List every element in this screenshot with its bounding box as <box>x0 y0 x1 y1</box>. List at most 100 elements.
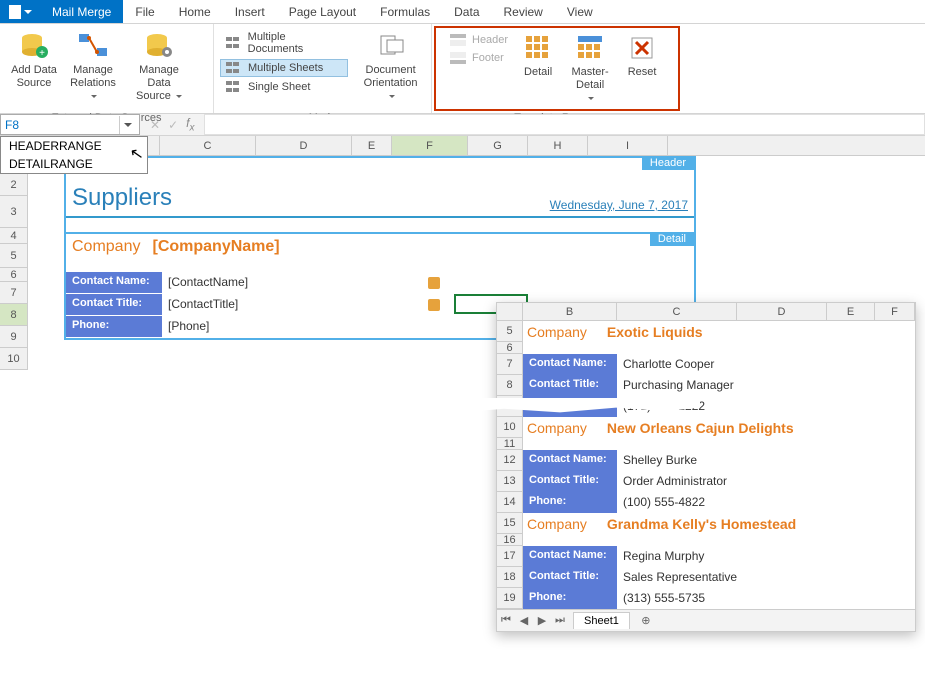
col-header[interactable]: D <box>737 303 827 320</box>
col-header[interactable]: F <box>392 136 468 155</box>
field-value: Charlotte Cooper <box>617 354 720 375</box>
detail-icon <box>522 32 554 64</box>
sheet-tabs-bar: ⏮ ◀ ▶ ⏭ Sheet1 ⊕ <box>497 609 915 631</box>
field-label: Contact Name: <box>523 546 617 567</box>
company-name: New Orleans Cajun Delights <box>607 420 794 436</box>
company-label: Company <box>527 420 587 436</box>
svg-text:+: + <box>39 48 45 59</box>
tab-bar: Mail MergeFileHomeInsertPage LayoutFormu… <box>0 0 925 24</box>
sheet-nav-last[interactable]: ⏭ <box>551 614 569 627</box>
row-header[interactable]: 11 <box>497 438 523 450</box>
button-label: Footer <box>472 52 504 64</box>
row-header[interactable]: 17 <box>497 546 523 567</box>
row-header[interactable]: 6 <box>497 342 523 354</box>
name-box-dropdown-button[interactable] <box>119 116 135 134</box>
sheet-nav-next[interactable]: ▶ <box>533 614 551 627</box>
row-header[interactable]: 10 <box>0 348 28 370</box>
lock-icon <box>428 277 440 289</box>
sheet-tab[interactable]: Sheet1 <box>573 612 630 629</box>
header-button[interactable]: Header <box>444 32 514 48</box>
footer-button[interactable]: Footer <box>444 50 514 66</box>
document-orientation-button[interactable]: Document Orientation <box>356 28 425 106</box>
manage-data-source-button[interactable]: Manage Data Source <box>124 28 194 106</box>
select-all-corner[interactable] <box>497 303 523 320</box>
row-header[interactable]: 6 <box>0 268 28 282</box>
row-header[interactable]: 10 <box>497 417 523 438</box>
col-header[interactable]: D <box>256 136 352 155</box>
formula-input[interactable] <box>204 114 925 135</box>
row-header[interactable]: 16 <box>497 534 523 546</box>
sheet-nav-first[interactable]: ⏮ <box>497 614 515 627</box>
master-detail-button[interactable]: Master-Detail <box>560 30 620 108</box>
name-box[interactable]: F8 <box>0 114 140 135</box>
tab-home[interactable]: Home <box>167 0 223 23</box>
row-header[interactable]: 5 <box>497 321 523 342</box>
fx-icon[interactable]: fx <box>186 116 194 133</box>
col-header[interactable]: H <box>528 136 588 155</box>
detail-button[interactable]: Detail <box>516 30 560 108</box>
tab-page-layout[interactable]: Page Layout <box>277 0 368 23</box>
reset-button[interactable]: Reset <box>620 30 664 108</box>
chevron-down-icon <box>588 97 594 100</box>
accept-formula-icon[interactable]: ✓ <box>168 118 178 132</box>
cancel-formula-icon[interactable]: ✕ <box>150 118 160 132</box>
tab-data[interactable]: Data <box>442 0 491 23</box>
col-header[interactable]: E <box>827 303 875 320</box>
row-header[interactable]: 18 <box>497 567 523 588</box>
col-header[interactable]: G <box>468 136 528 155</box>
tab-review[interactable]: Review <box>492 0 555 23</box>
database-gear-icon <box>143 30 175 62</box>
row-header[interactable]: 8 <box>0 304 28 326</box>
field-value: (313) 555-5735 <box>617 588 711 609</box>
row-header[interactable]: 9 <box>0 326 28 348</box>
row-header[interactable]: 8 <box>497 375 523 396</box>
dropdown-item-headerrange[interactable]: HEADERRANGE <box>1 137 147 155</box>
detail-range-tag: Detail <box>650 232 694 246</box>
app-menu-button[interactable] <box>0 0 40 23</box>
row-header[interactable]: 13 <box>497 471 523 492</box>
tab-mail-merge[interactable]: Mail Merge <box>40 0 123 23</box>
button-label: Manage Data Source <box>128 64 190 104</box>
button-label: Header <box>472 34 508 46</box>
field-value: Regina Murphy <box>617 546 710 567</box>
tab-formulas[interactable]: Formulas <box>368 0 442 23</box>
row-header[interactable]: 3 <box>0 196 28 228</box>
tab-view[interactable]: View <box>555 0 605 23</box>
sheet-nav-prev[interactable]: ◀ <box>515 614 533 627</box>
row-header[interactable]: 7 <box>0 282 28 304</box>
tab-insert[interactable]: Insert <box>223 0 277 23</box>
name-box-value: F8 <box>5 118 19 132</box>
col-header[interactable]: B <box>523 303 617 320</box>
master-detail-icon <box>574 32 606 64</box>
add-sheet-button[interactable]: ⊕ <box>636 614 656 627</box>
row-header[interactable]: 15 <box>497 513 523 534</box>
multiple-sheets-button[interactable]: Multiple Sheets <box>220 59 348 77</box>
field-label: Phone: <box>523 492 617 513</box>
dropdown-item-detailrange[interactable]: DETAILRANGE <box>1 155 147 173</box>
document-icon <box>9 5 21 19</box>
col-header[interactable]: E <box>352 136 392 155</box>
col-header[interactable]: C <box>617 303 737 320</box>
row-header[interactable]: 5 <box>0 244 28 268</box>
manage-relations-button[interactable]: Manage Relations <box>62 28 124 106</box>
tab-file[interactable]: File <box>123 0 166 23</box>
single-sheet-button[interactable]: Single Sheet <box>220 78 348 96</box>
reset-icon <box>626 32 658 64</box>
name-box-dropdown[interactable]: HEADERRANGE DETAILRANGE <box>0 136 148 174</box>
single-sheet-icon <box>226 81 242 93</box>
field-label: Contact Title: <box>523 471 617 492</box>
button-label: Multiple Sheets <box>248 62 323 74</box>
row-header[interactable]: 14 <box>497 492 523 513</box>
add-data-source-button[interactable]: + Add Data Source <box>6 28 62 92</box>
row-header[interactable]: 4 <box>0 228 28 244</box>
field-value: Sales Representative <box>617 567 743 588</box>
col-header[interactable]: C <box>160 136 256 155</box>
row-header[interactable]: 7 <box>497 354 523 375</box>
row-header[interactable]: 19 <box>497 588 523 609</box>
row-header[interactable]: 12 <box>497 450 523 471</box>
header-icon <box>450 34 466 46</box>
col-header[interactable]: F <box>875 303 915 320</box>
multiple-documents-button[interactable]: Multiple Documents <box>220 28 348 58</box>
col-header[interactable]: I <box>588 136 668 155</box>
row-header[interactable]: 2 <box>0 174 28 196</box>
